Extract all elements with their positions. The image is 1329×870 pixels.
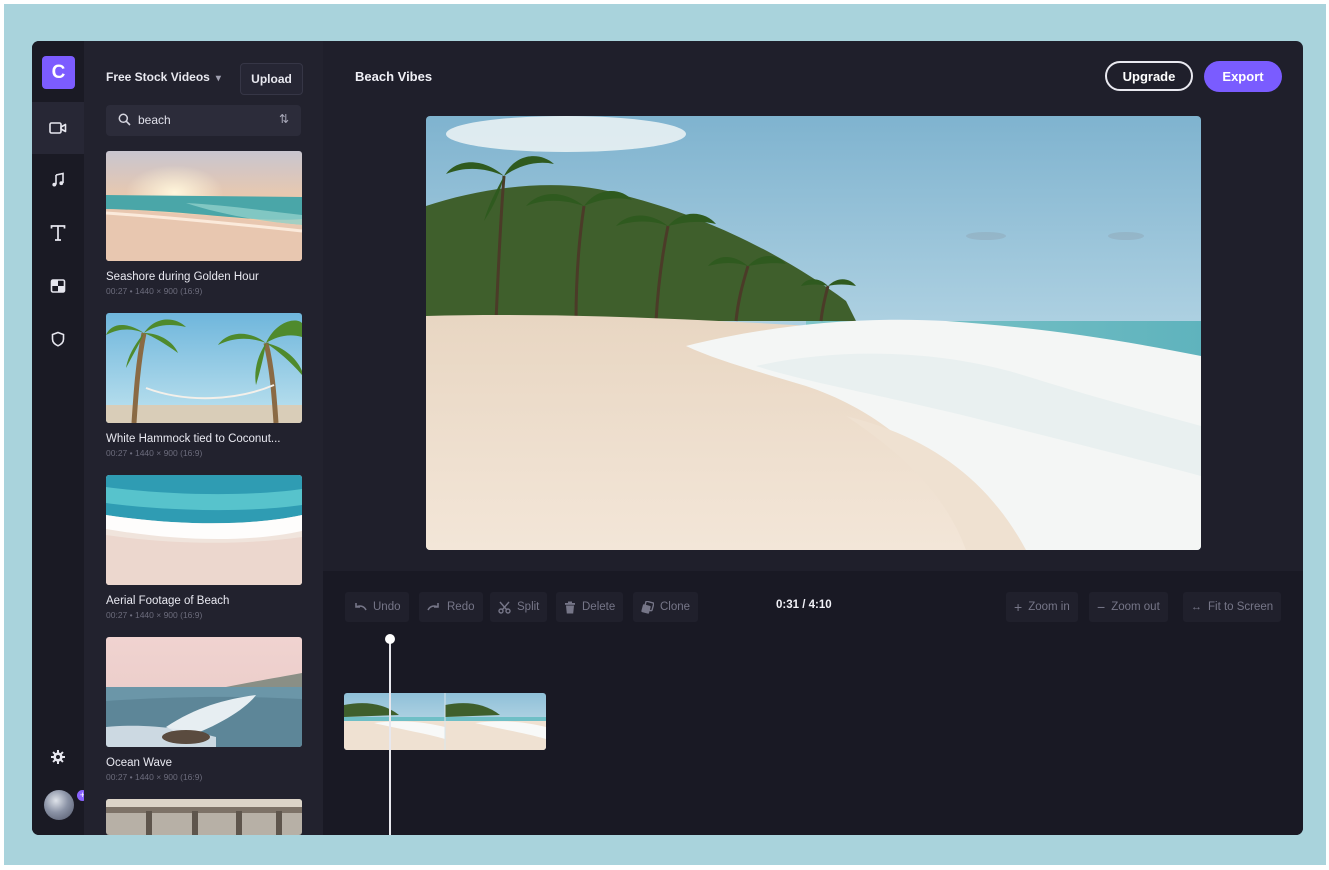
fit-label: Fit to Screen	[1208, 601, 1274, 613]
redo-label: Redo	[447, 601, 475, 613]
fit-to-screen-button[interactable]: ↔ Fit to Screen	[1183, 592, 1282, 622]
user-avatar[interactable]: +	[44, 788, 90, 820]
search-input[interactable]: beach	[138, 113, 171, 127]
media-item-meta: 00:27 • 1440 × 900 (16:9)	[106, 286, 203, 296]
minus-icon: −	[1097, 599, 1106, 615]
project-title[interactable]: Beach Vibes	[355, 69, 432, 84]
media-item[interactable]: Ocean Wave 00:27 • 1440 × 900 (16:9)	[106, 637, 302, 782]
media-item[interactable]	[106, 799, 302, 835]
upgrade-button[interactable]: Upgrade	[1105, 61, 1193, 91]
split-button[interactable]: Split	[490, 592, 548, 622]
plus-icon: +	[1014, 599, 1023, 615]
shield-icon	[51, 331, 65, 347]
export-button[interactable]: Export	[1204, 61, 1282, 92]
clip-filmstrip	[344, 693, 546, 750]
app-logo[interactable]: C	[42, 56, 75, 89]
clone-icon	[641, 600, 654, 614]
playhead-line[interactable]	[389, 640, 391, 835]
rail-video-button[interactable]	[32, 102, 84, 154]
media-thumbnail[interactable]	[106, 151, 302, 261]
timeline-clip[interactable]	[344, 693, 546, 750]
golden-hour-thumbnail	[106, 151, 302, 261]
rail-text-button[interactable]	[32, 207, 84, 259]
undo-label: Undo	[373, 601, 401, 613]
fit-arrows-icon: ↔	[1191, 601, 1202, 613]
clone-button[interactable]: Clone	[633, 592, 699, 622]
media-item-meta: 00:27 • 1440 × 900 (16:9)	[106, 610, 203, 620]
search-icon	[118, 113, 131, 126]
sort-icon[interactable]: ⇅	[279, 112, 289, 126]
pier-thumbnail	[106, 799, 302, 835]
video-editor-window: C + Free Stock Videos ▾ Upload beach ⇅ S…	[32, 41, 1303, 835]
scissors-icon	[498, 601, 511, 614]
media-source-label: Free Stock Videos	[106, 70, 210, 84]
media-item-title: Aerial Footage of Beach	[106, 595, 230, 607]
zoom-out-button[interactable]: − Zoom out	[1089, 592, 1168, 622]
delete-label: Delete	[582, 601, 616, 613]
playback-time: 0:31 / 4:10	[776, 599, 832, 611]
zoom-in-label: Zoom in	[1028, 601, 1070, 613]
chevron-down-icon: ▾	[215, 73, 221, 84]
media-item[interactable]: Aerial Footage of Beach 00:27 • 1440 × 9…	[106, 475, 302, 620]
video-icon	[49, 122, 67, 134]
media-thumbnail[interactable]	[106, 799, 302, 835]
gear-icon	[51, 750, 65, 764]
media-item-title: Ocean Wave	[106, 757, 173, 769]
redo-button[interactable]: Redo	[419, 592, 483, 622]
music-icon	[52, 172, 64, 187]
media-panel: Free Stock Videos ▾ Upload beach ⇅ Seash…	[84, 41, 323, 835]
search-field[interactable]: beach ⇅	[106, 105, 301, 136]
left-rail: C +	[32, 41, 90, 835]
rail-brand-button[interactable]	[32, 313, 84, 365]
redo-icon	[427, 603, 439, 611]
split-label: Split	[517, 601, 540, 613]
transitions-icon	[50, 279, 66, 293]
rail-music-button[interactable]	[32, 154, 84, 206]
upload-button[interactable]: Upload	[240, 63, 303, 95]
ocean-wave-thumbnail	[106, 637, 302, 747]
media-item-title: Seashore during Golden Hour	[106, 271, 259, 283]
media-thumbnail[interactable]	[106, 475, 302, 585]
undo-button[interactable]: Undo	[345, 592, 409, 622]
beach-preview-frame	[426, 116, 1201, 550]
zoom-out-label: Zoom out	[1111, 601, 1160, 613]
hammock-thumbnail	[106, 313, 302, 423]
media-item[interactable]: Seashore during Golden Hour 00:27 • 1440…	[106, 151, 302, 296]
zoom-in-button[interactable]: + Zoom in	[1006, 592, 1078, 622]
playhead-handle[interactable]	[385, 634, 395, 644]
media-thumbnail[interactable]	[106, 637, 302, 747]
clone-label: Clone	[660, 601, 691, 613]
media-item[interactable]: White Hammock tied to Coconut... 00:27 •…	[106, 313, 302, 458]
media-item-meta: 00:27 • 1440 × 900 (16:9)	[106, 448, 203, 458]
media-item-title: White Hammock tied to Coconut...	[106, 433, 281, 445]
text-icon	[50, 225, 66, 241]
media-item-meta: 00:27 • 1440 × 900 (16:9)	[106, 772, 203, 782]
rail-transitions-button[interactable]	[32, 260, 84, 312]
media-source-dropdown[interactable]: Free Stock Videos ▾	[106, 70, 221, 84]
trash-icon	[565, 601, 575, 613]
media-thumbnail[interactable]	[106, 313, 302, 423]
undo-icon	[355, 603, 367, 611]
rail-settings-button[interactable]	[32, 731, 84, 783]
video-preview[interactable]	[426, 116, 1201, 550]
timeline-panel: Undo Redo Split Delete Clone 0:31 / 4:10…	[323, 571, 1303, 835]
delete-button[interactable]: Delete	[556, 592, 624, 622]
aerial-beach-thumbnail	[106, 475, 302, 585]
